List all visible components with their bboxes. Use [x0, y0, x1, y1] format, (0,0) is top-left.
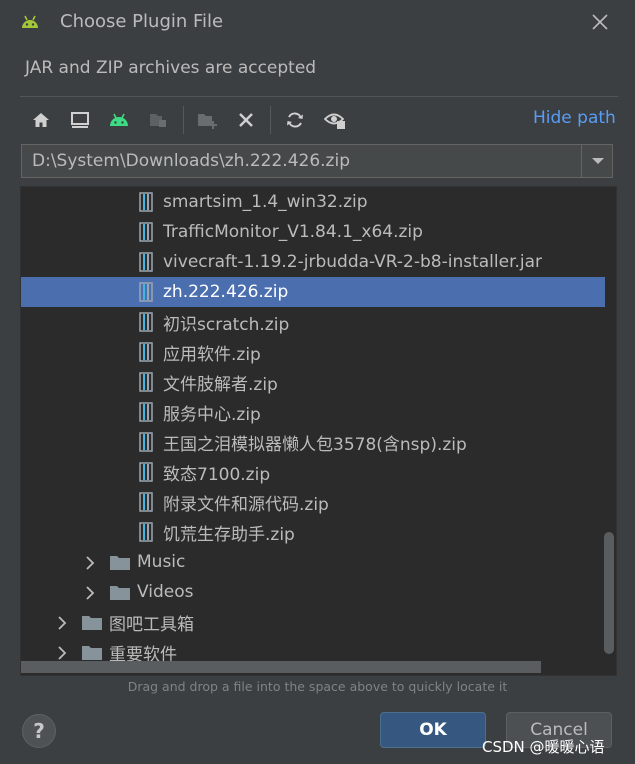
dialog-description: JAR and ZIP archives are accepted [25, 58, 317, 78]
home-icon[interactable] [27, 106, 55, 134]
path-combobox[interactable] [21, 144, 613, 178]
toolbar-separator [183, 106, 184, 134]
file-row[interactable]: vivecraft-1.19.2-jrbudda-VR-2-b8-install… [21, 247, 605, 277]
tree-item-label: 图吧工具箱 [109, 614, 194, 635]
title-bar: Choose Plugin File [0, 0, 635, 46]
archive-file-icon [139, 252, 153, 272]
vertical-scrollbar[interactable] [604, 532, 614, 654]
refresh-icon[interactable] [281, 106, 309, 134]
hide-path-link[interactable]: Hide path [533, 108, 616, 128]
help-button[interactable]: ? [22, 714, 56, 748]
tree-item-label: smartsim_1.4_win32.zip [163, 192, 368, 212]
archive-file-icon [139, 312, 153, 332]
new-folder-icon[interactable] [193, 106, 221, 134]
folder-row[interactable]: Music [21, 547, 605, 577]
tree-item-label: 文件肢解者.zip [163, 374, 278, 395]
archive-file-icon [139, 282, 153, 302]
file-row[interactable]: 应用软件.zip [21, 337, 605, 367]
chevron-down-icon[interactable] [581, 145, 613, 177]
tree-item-label: 应用软件.zip [163, 344, 261, 365]
dialog-title: Choose Plugin File [60, 11, 224, 32]
tree-item-label: 服务中心.zip [163, 404, 261, 425]
path-input[interactable] [22, 145, 580, 177]
archive-file-icon [139, 432, 153, 452]
tree-item-label: TrafficMonitor_V1.84.1_x64.zip [163, 222, 423, 242]
tree-item-label: 饥荒生存助手.zip [163, 524, 295, 545]
file-row[interactable]: 附录文件和源代码.zip [21, 487, 605, 517]
folder-row[interactable]: 图吧工具箱 [21, 607, 605, 637]
divider [20, 96, 618, 97]
tree-item-label: zh.222.426.zip [163, 282, 289, 302]
chevron-right-icon[interactable] [85, 585, 95, 600]
chevron-right-icon[interactable] [85, 555, 95, 570]
tree-item-label: 王国之泪模拟器懒人包3578(含nsp).zip [163, 434, 467, 455]
file-tree[interactable]: smartsim_1.4_win32.zip TrafficMonitor_V1.… [20, 186, 617, 676]
archive-file-icon [139, 402, 153, 422]
archive-file-icon [139, 222, 153, 242]
desktop-icon[interactable] [66, 106, 94, 134]
archive-file-icon [139, 462, 153, 482]
file-row[interactable]: 饥荒生存助手.zip [21, 517, 605, 547]
chevron-right-icon[interactable] [57, 615, 67, 630]
file-row[interactable]: 王国之泪模拟器懒人包3578(含nsp).zip [21, 427, 605, 457]
drag-drop-hint: Drag and drop a file into the space abov… [127, 679, 508, 694]
tree-item-label: vivecraft-1.19.2-jrbudda-VR-2-b8-install… [163, 252, 543, 272]
folder-icon [109, 554, 131, 571]
archive-file-icon [139, 492, 153, 512]
folder-icon [109, 584, 131, 601]
archive-file-icon [139, 372, 153, 392]
archive-file-icon [139, 192, 153, 212]
tree-item-label: 附录文件和源代码.zip [163, 494, 329, 515]
file-row[interactable]: TrafficMonitor_V1.84.1_x64.zip [21, 217, 605, 247]
folder-row[interactable]: Videos [21, 577, 605, 607]
horizontal-scrollbar[interactable] [21, 661, 541, 673]
file-row[interactable]: 服务中心.zip [21, 397, 605, 427]
archive-file-icon [139, 522, 153, 542]
file-row[interactable]: 文件肢解者.zip [21, 367, 605, 397]
ok-button[interactable]: OK [380, 712, 486, 748]
tree-item-label: Music [137, 552, 186, 572]
tree-item-label: Videos [137, 582, 194, 602]
android-icon [20, 13, 40, 33]
toolbar-separator [270, 106, 271, 134]
help-label: ? [33, 719, 45, 743]
file-row[interactable]: 致态7100.zip [21, 457, 605, 487]
file-row[interactable]: 初识scratch.zip [21, 307, 605, 337]
close-icon[interactable] [588, 10, 612, 34]
tree-item-label: 致态7100.zip [163, 464, 271, 485]
archive-file-icon [139, 342, 153, 362]
folder-icon [81, 644, 103, 661]
file-row[interactable]: zh.222.426.zip [21, 277, 605, 307]
tree-item-label: 初识scratch.zip [163, 314, 290, 335]
chevron-right-icon[interactable] [57, 645, 67, 660]
android-project-icon[interactable] [105, 106, 133, 134]
delete-icon[interactable] [232, 106, 260, 134]
watermark: CSDN @暖暖心语 [482, 738, 605, 756]
file-row[interactable]: smartsim_1.4_win32.zip [21, 187, 605, 217]
show-hidden-icon[interactable] [321, 106, 349, 134]
module-icon[interactable] [144, 106, 172, 134]
folder-icon [81, 614, 103, 631]
